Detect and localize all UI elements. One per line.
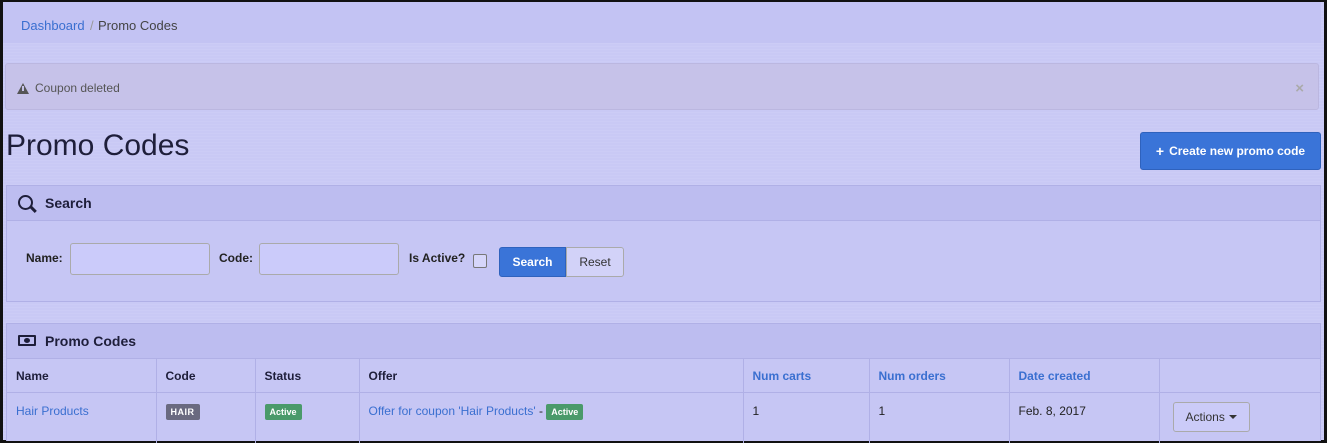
actions-dropdown-button[interactable]: Actions [1172,402,1250,432]
is-active-label: Is Active? [409,251,466,265]
table-header-row: Name Code Status Offer Num carts Num ord… [7,359,1320,393]
money-icon [18,335,36,346]
offer-separator: - [538,404,543,419]
cell-date-created: Feb. 8, 2017 [1009,392,1160,443]
promo-name-link[interactable]: Hair Products [16,404,89,418]
reset-button[interactable]: Reset [566,247,624,277]
offer-status-badge: Active [546,404,584,420]
code-label: Code: [219,251,253,265]
name-input[interactable] [70,243,210,275]
alert-text: Coupon deleted [35,81,120,95]
cell-code: HAIR [156,392,256,443]
search-form: Name: Code: Is Active? Search Reset [7,221,1320,303]
offer-link[interactable]: Offer for coupon 'Hair Products' [369,404,536,418]
column-header-date-created[interactable]: Date created [1009,359,1160,393]
code-input[interactable] [259,243,399,275]
cell-status: Active [255,392,360,443]
cell-name: Hair Products [7,392,157,443]
name-label: Name: [26,251,63,265]
column-header-offer: Offer [359,359,744,393]
cell-actions: Actions [1159,393,1320,443]
status-badge: Active [264,404,302,420]
search-panel-title: Search [45,195,92,211]
page-title: Promo Codes [6,129,190,162]
column-header-actions [1159,359,1320,393]
search-panel-header: Search [7,186,1320,221]
alert-message: Coupon deleted × [5,63,1319,110]
create-promo-code-label: Create new promo code [1169,144,1306,158]
promo-codes-panel-header: Promo Codes [7,324,1320,359]
breadcrumb-current: Promo Codes [98,18,178,33]
column-header-num-carts[interactable]: Num carts [743,359,870,393]
breadcrumb-separator: / [90,18,94,33]
promo-codes-table: Name Code Status Offer Num carts Num ord… [7,359,1320,443]
promo-codes-panel-title: Promo Codes [45,333,137,349]
actions-label: Actions [1185,410,1225,424]
promo-codes-panel: Promo Codes Name Code Status Offer Num c… [6,323,1321,443]
is-active-checkbox[interactable] [473,254,487,268]
column-header-code: Code [156,359,256,393]
create-promo-code-button[interactable]: + Create new promo code [1140,132,1321,170]
cell-num-orders: 1 [869,392,1010,443]
breadcrumb: Dashboard / Promo Codes [3,2,1321,43]
plus-icon: + [1155,143,1165,159]
cell-offer: Offer for coupon 'Hair Products' - Activ… [359,392,744,443]
column-header-name: Name [7,359,157,393]
search-panel: Search Name: Code: Is Active? Search Res… [6,185,1321,302]
warning-icon [17,83,29,94]
code-badge: HAIR [165,404,200,420]
close-icon[interactable]: × [1295,80,1304,97]
column-header-status: Status [255,359,360,393]
search-icon [18,195,33,210]
search-button[interactable]: Search [499,247,566,277]
cell-num-carts: 1 [743,392,870,443]
table-row: Hair Products HAIR Active Offer for coup… [7,392,1320,443]
breadcrumb-dashboard-link[interactable]: Dashboard [21,18,85,33]
column-header-num-orders[interactable]: Num orders [869,359,1010,393]
caret-down-icon [1228,415,1237,419]
